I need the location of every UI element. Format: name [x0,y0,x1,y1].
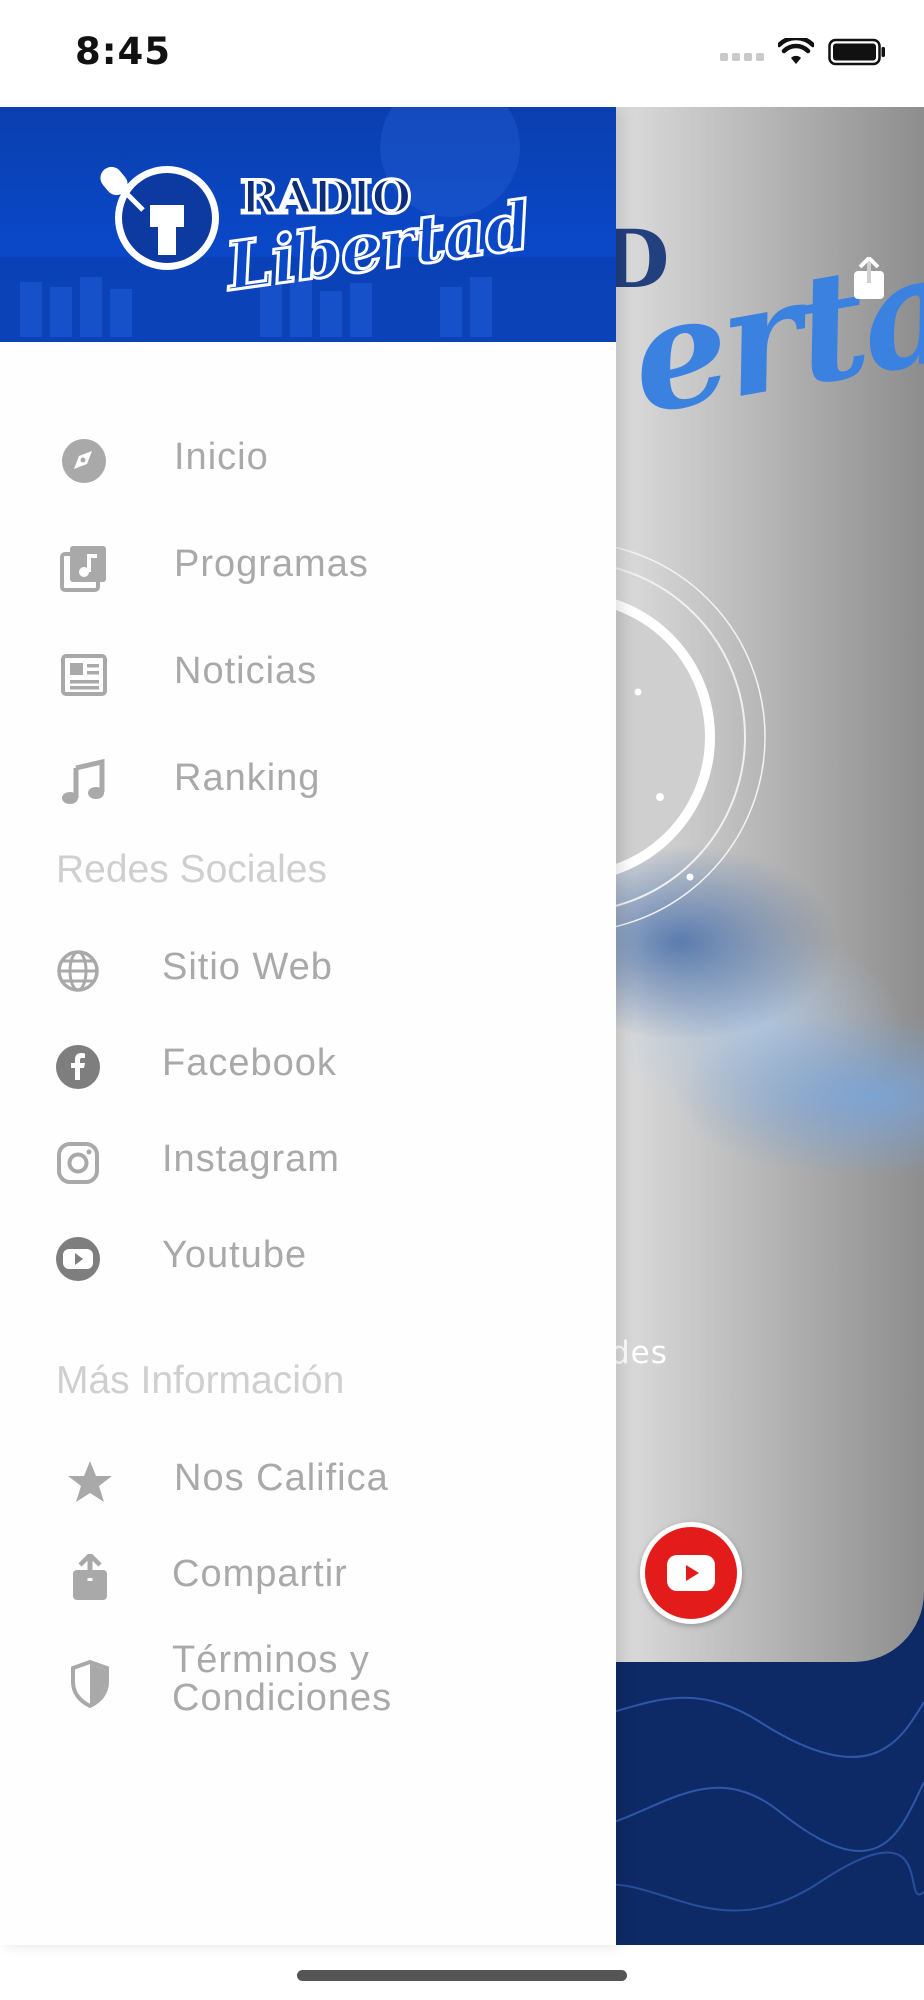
battery-icon [828,38,885,66]
app-screen: 8:45 D ertad ades RADIO Libertad Inicio … [0,0,924,2000]
radio-libertad-logo: RADIO Libertad [95,142,536,317]
music-note-icon [54,752,114,812]
youtube-button[interactable] [640,1522,742,1624]
share-icon [854,255,884,299]
menu-label: Compartir [172,1553,348,1595]
menu-item-programas[interactable]: Programas [0,523,616,613]
menu-item-compartir[interactable]: Compartir [0,1533,616,1623]
shield-icon [60,1654,120,1714]
home-indicator[interactable] [297,1970,627,1981]
instagram-icon [48,1133,108,1193]
section-title-redes-sociales: Redes Sociales [56,848,327,891]
newspaper-icon [54,645,114,705]
youtube-icon [48,1229,108,1289]
navigation-drawer: RADIO Libertad Inicio Programas Noticias… [0,107,616,1945]
cellular-signal-icon [720,53,764,61]
menu-label: Sitio Web [162,946,333,988]
menu-item-ranking[interactable]: Ranking [0,737,616,827]
menu-label: Instagram [162,1138,340,1180]
music-library-icon [54,538,114,598]
youtube-icon [667,1555,715,1591]
menu-label: Nos Califica [174,1457,389,1499]
drawer-header: RADIO Libertad [0,107,616,342]
status-bar: 8:45 [0,0,924,107]
share-button[interactable] [853,255,885,305]
menu-label: Facebook [162,1042,337,1084]
menu-label: Programas [174,543,369,585]
menu-label: Inicio [174,436,269,478]
menu-item-sitio-web[interactable]: Sitio Web [0,926,616,1016]
globe-icon [48,941,108,1001]
menu-label-line1: Términos y [172,1639,370,1681]
status-icons [720,38,886,66]
share-icon [60,1548,120,1608]
menu-item-instagram[interactable]: Instagram [0,1118,616,1208]
menu-item-youtube[interactable]: Youtube [0,1214,616,1304]
star-icon [60,1452,120,1512]
wifi-icon [778,38,814,64]
menu-item-inicio[interactable]: Inicio [0,416,616,506]
section-title-mas-informacion: Más Información [56,1359,345,1402]
menu-item-noticias[interactable]: Noticias [0,630,616,720]
menu-item-terminos-condiciones[interactable]: Términos y Condiciones [0,1629,616,1739]
microphone-fist-icon [100,166,219,270]
menu-label-line2: Condiciones [172,1677,393,1719]
menu-item-facebook[interactable]: Facebook [0,1022,616,1112]
compass-icon [54,431,114,491]
menu-label: Ranking [174,757,321,799]
menu-label: Noticias [174,650,318,692]
facebook-icon [48,1037,108,1097]
status-time: 8:45 [75,30,172,73]
menu-item-nos-califica[interactable]: Nos Califica [0,1437,616,1527]
menu-label: Youtube [162,1234,308,1276]
